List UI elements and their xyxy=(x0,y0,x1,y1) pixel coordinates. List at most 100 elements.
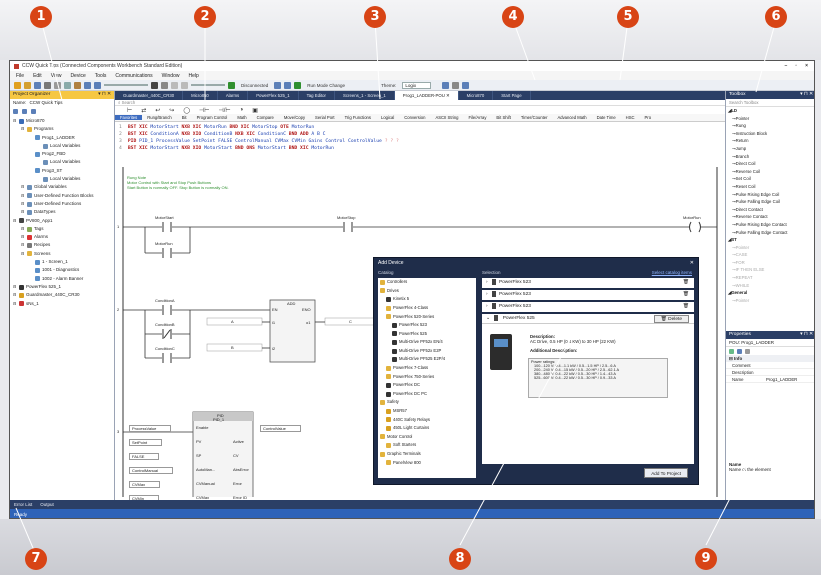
delete-button[interactable]: 🗑 Delete xyxy=(653,315,689,323)
instruction-tab[interactable]: Trig Functions xyxy=(340,115,376,120)
trash-icon[interactable]: 🗑 xyxy=(683,290,689,300)
run-mode-change-label[interactable]: Run Mode Change xyxy=(307,83,345,88)
paste-icon[interactable] xyxy=(74,81,81,89)
tag-conditiona[interactable]: ConditionA xyxy=(155,298,175,303)
tag-motorrun-seal[interactable]: MotorRun xyxy=(155,241,173,246)
instruction-tab[interactable]: Date Time xyxy=(592,115,621,120)
expand-toggle-icon[interactable]: ⊟ xyxy=(21,250,26,258)
maximize-button[interactable]: ▫ xyxy=(795,63,797,69)
selection-item[interactable]: › PowerFlex 523 🗑 xyxy=(482,278,694,288)
expand-toggle-icon[interactable]: ⊟ xyxy=(13,283,18,291)
toolbox-item[interactable]: ⊸ Branch xyxy=(726,153,814,161)
toolbox-item[interactable]: ⊸ Jump xyxy=(726,145,814,153)
menu-device[interactable]: Device xyxy=(70,73,85,79)
add-arg-b-box[interactable] xyxy=(206,343,263,352)
tab-error-list[interactable]: Error List xyxy=(14,502,32,507)
expand-toggle-icon[interactable]: ⊟ xyxy=(13,300,18,308)
menu-tools[interactable]: Tools xyxy=(95,73,107,79)
menu-edit[interactable]: Edit xyxy=(33,73,42,79)
toolbox-item[interactable]: ⊸ WHILE xyxy=(726,282,814,290)
pid-arg[interactable]: ProcessValue xyxy=(129,425,172,432)
toolbox-item[interactable]: ⊸ Reset Coil xyxy=(726,183,814,191)
tab-prog1-ladder[interactable]: Prog1_LADDER-POU ✕ xyxy=(394,91,459,100)
pid-arg[interactable]: CVMax xyxy=(129,481,161,488)
close-button[interactable]: × xyxy=(805,63,808,69)
instruction-tab[interactable]: Serial Port xyxy=(310,115,340,120)
tree-item[interactable]: ⊟ PV800_App1 xyxy=(10,217,114,225)
expand-chevron-icon[interactable]: ⌄ xyxy=(486,316,490,321)
settings-gear-icon[interactable] xyxy=(452,81,460,89)
catalog-item[interactable]: 440C Safety Relays xyxy=(378,416,476,425)
toolbox-item[interactable]: ⊸ FOR xyxy=(726,259,814,267)
expand-toggle-icon[interactable]: ⊟ xyxy=(21,208,26,216)
tag-motorstop[interactable]: MotorStop xyxy=(337,215,355,220)
expand-chevron-icon[interactable]: › xyxy=(486,304,489,309)
cut-icon[interactable] xyxy=(54,81,61,89)
toolbox-item[interactable]: ⊸ Reverse Contact xyxy=(726,213,814,221)
selection-item[interactable]: › PowerFlex 523 🗑 xyxy=(482,302,694,312)
tree-item[interactable]: ⊟ Guardmaster_440C_CR30 xyxy=(10,291,114,299)
expand-toggle-icon[interactable]: ⊟ xyxy=(21,192,26,200)
tab-output[interactable]: Output xyxy=(40,502,54,507)
rung-icon[interactable]: ⊢ xyxy=(127,107,132,114)
tree-item[interactable]: ⊟ sNs_1 xyxy=(10,300,114,308)
catalog-item[interactable]: Safety xyxy=(378,398,476,407)
expand-toggle-icon[interactable]: ⊟ xyxy=(21,241,26,249)
instruction-tab[interactable]: Bit xyxy=(177,115,192,120)
toolbox-item[interactable]: ⊸ Instruction Block xyxy=(726,130,814,138)
tab-powerflex[interactable]: PowerFlex 525_1 xyxy=(248,91,299,100)
contact-conditiona[interactable] xyxy=(162,305,172,315)
pid-arg[interactable]: FALSE xyxy=(129,453,160,460)
instruction-tab[interactable]: Advanced Math xyxy=(552,115,591,120)
expand-toggle-icon[interactable]: ⊟ xyxy=(21,183,26,191)
expand-toggle-icon[interactable]: ⊟ xyxy=(13,291,18,299)
layout-icon[interactable] xyxy=(442,81,450,89)
catalog-item[interactable]: PowerFlex 520-Series xyxy=(378,312,476,321)
catalog-item[interactable]: Soft Starters xyxy=(378,441,476,450)
upload-icon[interactable] xyxy=(274,81,282,89)
toolbox-item[interactable]: ⊸ IF THEN ELSE xyxy=(726,266,814,274)
coil-icon[interactable]: ◯ xyxy=(183,107,190,114)
expand-toggle-icon[interactable]: ⊟ xyxy=(21,125,26,133)
download-icon[interactable] xyxy=(161,81,168,89)
properties-close-icon[interactable]: ▾ ⊓ ✕ xyxy=(800,331,813,339)
tree-item[interactable]: ⊟ Screens xyxy=(10,250,114,258)
pid-output-arg[interactable]: ControlValue xyxy=(260,425,301,432)
catalog-item[interactable]: PowerFlex DC xyxy=(378,381,476,390)
return-icon[interactable]: ↩ xyxy=(155,107,160,114)
rung-text-line[interactable]: 1 BST XIC MotorStart NXB XIC MotorRun BND… xyxy=(115,124,725,131)
expand-toggle-icon[interactable]: ⊟ xyxy=(21,233,26,241)
add-arg-a-box[interactable] xyxy=(206,317,263,326)
add-arg-c-box[interactable] xyxy=(324,317,381,326)
catalog-item[interactable]: 450L Light Curtains xyxy=(378,424,476,433)
tag-conditionb[interactable]: ConditionB xyxy=(155,322,175,327)
coil-motorrun[interactable] xyxy=(689,221,701,233)
connection-status[interactable]: Disconnected xyxy=(241,83,268,88)
property-value[interactable]: Prog1_LADDER xyxy=(766,376,797,382)
tab-close-icon[interactable]: ✕ xyxy=(446,93,450,98)
instruction-tab[interactable]: Rung/Branch xyxy=(142,115,176,120)
instruction-tab[interactable]: Timer/Counter xyxy=(516,115,553,120)
tab-guardmaster[interactable]: Guardmaster_440C_CR30 xyxy=(115,91,184,100)
contact-icon[interactable]: ⊣⊢ xyxy=(199,107,209,114)
rung-text-line[interactable]: 2 BST XIC ConditionA NXB XIO ConditionB N… xyxy=(115,131,725,138)
instruction-tab[interactable]: File/Array xyxy=(464,115,492,120)
trash-icon[interactable]: 🗑 xyxy=(683,302,689,312)
download-to-device-icon[interactable] xyxy=(284,81,292,89)
instruction-tab[interactable]: ASCII String xyxy=(430,115,463,120)
toolbox-section[interactable]: ◢ General xyxy=(726,289,814,297)
dialog-close-icon[interactable]: ✕ xyxy=(690,258,694,268)
instruction-tab[interactable]: Pro xyxy=(640,115,657,120)
toolbox-item[interactable]: ⊸ CASE xyxy=(726,251,814,259)
contact-conditionb[interactable] xyxy=(162,329,172,339)
tree-item[interactable]: ⊟ User-Defined Functions xyxy=(10,200,114,208)
tag-motorstart[interactable]: MotorStart xyxy=(155,215,174,220)
toolbox-item[interactable]: ⊸ Set Coil xyxy=(726,175,814,183)
menu-view[interactable]: View xyxy=(51,73,62,79)
tag-motorrun-coil[interactable]: MotorRun xyxy=(683,215,701,220)
tree-item[interactable]: ⊟ DataTypes xyxy=(10,208,114,216)
toolbox-item[interactable]: ⊸ Pulse Rising Edge Coil xyxy=(726,191,814,199)
catalog-item[interactable]: PanelView 800 xyxy=(378,458,476,467)
add-arg-a[interactable]: A xyxy=(231,319,234,324)
expand-chevron-icon[interactable]: › xyxy=(486,292,489,297)
